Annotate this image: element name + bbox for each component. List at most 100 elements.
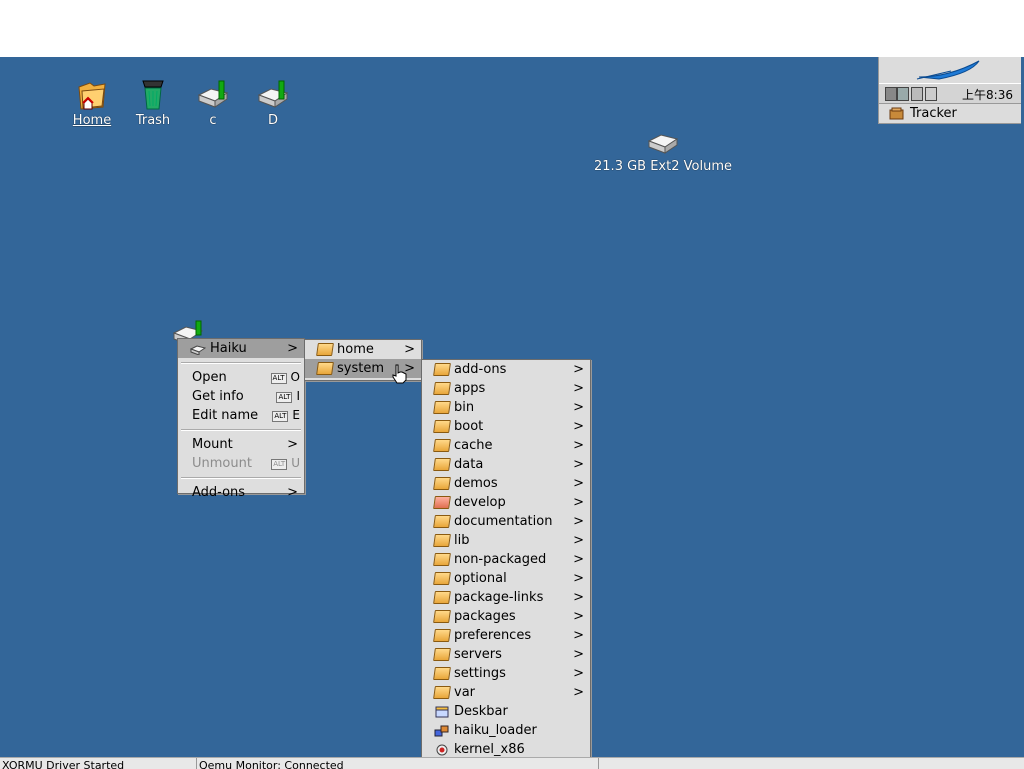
status-middle: Qemu Monitor: Connected [196, 758, 595, 769]
menu-item-folder[interactable]: add-ons > [422, 360, 590, 379]
menu-item-label: Open [192, 370, 227, 385]
alt-key-icon: ALT [271, 459, 288, 470]
trash-icon [137, 77, 169, 111]
drive-icon [189, 342, 207, 356]
shortcut: ALT E [272, 406, 300, 425]
chevron-right-icon: > [573, 666, 584, 681]
home-folder-icon [76, 77, 108, 111]
menu-item-label: bin [454, 400, 475, 415]
menu-separator [181, 429, 301, 431]
shortcut: ALT O [270, 368, 300, 387]
haiku-leaf-icon[interactable] [879, 57, 1021, 83]
develop-folder-icon [433, 496, 451, 509]
menu-item-folder[interactable]: documentation > [422, 512, 590, 531]
clock[interactable]: 上午8:36 [962, 86, 1013, 103]
menu-item-folder[interactable]: data > [422, 455, 590, 474]
menu-item-folder[interactable]: cache > [422, 436, 590, 455]
chevron-right-icon: > [287, 341, 298, 356]
kernel-icon [434, 743, 450, 756]
desktop-icon-label: 21.3 GB Ext2 Volume [594, 159, 732, 174]
tracker-icon [889, 107, 904, 124]
folder-icon [433, 553, 451, 566]
chevron-right-icon: > [287, 485, 298, 500]
menu-item-open[interactable]: Open ALT O [178, 368, 304, 387]
menu-item-folder[interactable]: servers > [422, 645, 590, 664]
shortcut-key: U [291, 456, 300, 470]
menu-item-home[interactable]: home > [305, 340, 421, 359]
drive-icon [197, 77, 229, 111]
mount-icon[interactable] [911, 87, 923, 101]
menu-item-add-ons[interactable]: Add-ons > [178, 483, 304, 502]
menu-item-label: Add-ons [192, 485, 246, 500]
network-icon[interactable] [897, 87, 909, 101]
shortcut: ALT U [271, 454, 300, 473]
menu-item-label: Haiku [210, 341, 247, 356]
shortcut-key: O [290, 370, 300, 384]
deskbar: 上午8:36 Tracker [878, 57, 1021, 124]
menu-item-folder[interactable]: non-packaged > [422, 550, 590, 569]
chevron-right-icon: > [573, 362, 584, 377]
deskbar-tracker-item[interactable]: Tracker [879, 104, 1021, 123]
chevron-right-icon: > [573, 685, 584, 700]
cpu-meter-icon[interactable] [885, 87, 897, 101]
status-bar: XORMU Driver Started Qemu Monitor: Conne… [0, 757, 1024, 769]
desktop-icon-d[interactable]: D [233, 77, 313, 129]
alt-key-icon: ALT [276, 392, 293, 403]
deskbar-app-icon [434, 705, 450, 718]
folder-icon [433, 363, 451, 376]
menu-item-kernel[interactable]: kernel_x86 [422, 740, 590, 757]
folder-icon [433, 515, 451, 528]
menu-item-folder[interactable]: settings > [422, 664, 590, 683]
menu-item-label: Deskbar [454, 704, 508, 719]
desktop-icon-label: D [267, 113, 278, 128]
folder-icon [433, 572, 451, 585]
menu-item-folder[interactable]: package-links > [422, 588, 590, 607]
menu-item-folder[interactable]: lib > [422, 531, 590, 550]
volume-icon[interactable] [925, 87, 937, 101]
chevron-right-icon: > [573, 628, 584, 643]
folder-icon [433, 420, 451, 433]
system-submenu: add-ons > apps > bin > boot > cache > data > d… [421, 359, 591, 757]
menu-item-label: Edit name [192, 408, 259, 423]
status-right [598, 758, 1024, 769]
preferences-folder-icon [433, 629, 451, 642]
folder-icon [433, 534, 451, 547]
menu-item-deskbar[interactable]: Deskbar [422, 702, 590, 721]
menu-item-haiku-loader[interactable]: haiku_loader [422, 721, 590, 740]
chevron-right-icon: > [573, 647, 584, 662]
chevron-right-icon: > [573, 419, 584, 434]
menu-item-label: Get info [192, 389, 244, 404]
chevron-right-icon: > [573, 552, 584, 567]
chevron-right-icon: > [573, 609, 584, 624]
menu-item-folder[interactable]: demos > [422, 474, 590, 493]
menu-item-edit-name[interactable]: Edit name ALT E [178, 406, 304, 425]
menu-item-folder[interactable]: packages > [422, 607, 590, 626]
desktop-icon-ext2-volume[interactable]: 21.3 GB Ext2 Volume [588, 123, 738, 175]
chevron-right-icon: > [573, 495, 584, 510]
status-left: XORMU Driver Started [2, 759, 125, 769]
folder-icon [433, 477, 451, 490]
menu-item-folder[interactable]: var > [422, 683, 590, 702]
menu-item-get-info[interactable]: Get info ALT I [178, 387, 304, 406]
desktop[interactable]: Home Trash c D 21.3 GB Ext2 Volume 上午8:3… [0, 57, 1024, 757]
menu-item-folder[interactable]: apps > [422, 379, 590, 398]
menu-item-haiku[interactable]: Haiku > [178, 339, 304, 358]
menu-item-folder[interactable]: optional > [422, 569, 590, 588]
menu-item-folder[interactable]: preferences > [422, 626, 590, 645]
shortcut-key: E [292, 408, 300, 422]
menu-item-mount[interactable]: Mount > [178, 435, 304, 454]
folder-icon [433, 591, 451, 604]
alt-key-icon: ALT [270, 373, 287, 384]
menu-item-label: kernel_x86 [454, 742, 525, 757]
menu-item-label: cache [454, 438, 493, 453]
menu-item-label: Mount [192, 437, 233, 452]
menu-item-folder[interactable]: bin > [422, 398, 590, 417]
deskbar-tray: 上午8:36 [879, 83, 1021, 104]
drive-icon [257, 77, 289, 111]
menu-item-folder[interactable]: boot > [422, 417, 590, 436]
context-menu: Haiku > Open ALT O Get info ALT I Edit nam… [177, 338, 305, 500]
menu-item-folder[interactable]: develop > [422, 493, 590, 512]
menu-item-label: boot [454, 419, 484, 434]
alt-key-icon: ALT [272, 411, 289, 422]
folder-icon [433, 686, 451, 699]
